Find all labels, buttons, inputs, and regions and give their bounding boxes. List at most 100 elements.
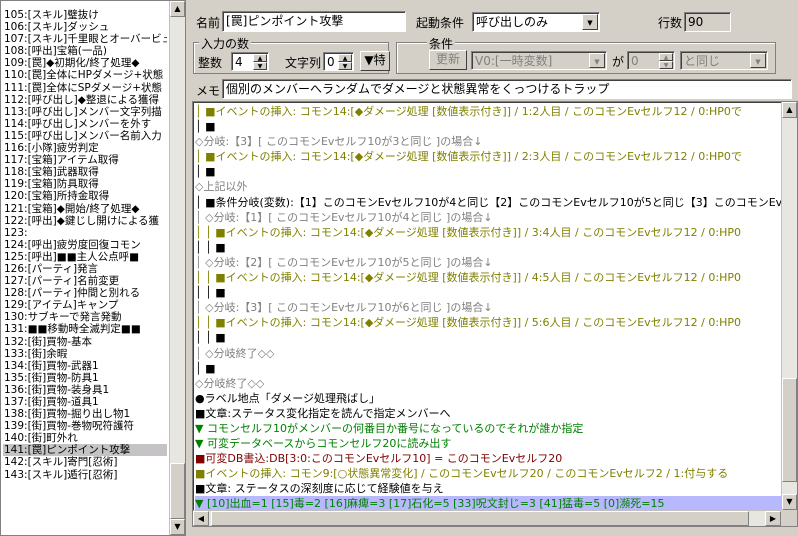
scroll-down-icon[interactable]: ▼ [782,494,797,510]
spin-down-icon[interactable]: ▼ [659,61,673,69]
event-command-line[interactable]: ▼ コモンセルフ10がメンバーの何番目か番号になっているのでそれが誰か指定 [195,421,783,436]
list-scroll-thumb[interactable] [170,463,185,519]
scroll-up-icon[interactable]: ▲ [170,1,185,17]
event-command-line[interactable]: │ │ ■イベントの挿入: コモン14:[◆ダメージ処理 [数値表示付き]] /… [195,225,783,240]
list-item[interactable]: 105:[スキル]璧抜け [3,9,167,21]
event-command-line[interactable]: │ ■条件分岐(変数):【1】このコモンEvセルフ10が4と同じ【2】このコモン… [195,195,783,210]
chevron-down-icon[interactable]: ▼ [582,14,598,30]
int-count-stepper[interactable]: 4 ▲ ▼ [231,52,269,71]
scroll-down-icon[interactable]: ▼ [170,519,185,535]
event-command-list[interactable]: │ ■イベントの挿入: コモン14:[◆ダメージ処理 [数値表示付き]] / 1… [192,101,798,527]
list-item[interactable]: 137:[街]買物-道具1 [3,396,167,408]
condition-operator-select[interactable]: と同じ ▼ [680,51,768,70]
list-item[interactable]: 106:[スキル]ダッシュ [3,21,167,33]
scroll-up-icon[interactable]: ▲ [782,102,797,118]
list-item[interactable]: 143:[スキル]遁行[忍術] [3,469,167,481]
event-command-line[interactable]: │ ■ [195,119,783,134]
list-item[interactable]: 127:[パーティ]名前変更 [3,275,167,287]
event-command-line[interactable]: │ ■イベントの挿入: コモン14:[◆ダメージ処理 [数値表示付き]] / 1… [195,104,783,119]
list-item[interactable]: 119:[宝箱]防具取得 [3,178,167,190]
common-event-list[interactable]: 105:[スキル]璧抜け 106:[スキル]ダッシュ 107:[スキル]千里眼とオー… [0,0,186,536]
spin-up-icon[interactable]: ▲ [659,53,673,61]
list-item[interactable]: 123: [3,227,167,239]
list-item[interactable]: 118:[宝箱]武器取得 [3,166,167,178]
str-count-stepper[interactable]: 0 ▲ ▼ [323,52,354,71]
event-command-line[interactable]: ◇分岐終了◇◇ [195,376,783,391]
list-item[interactable]: 113:[呼び出し]メンバー文字列描 [3,106,167,118]
spin-up-icon[interactable]: ▲ [338,54,352,62]
list-item[interactable]: 140:[街]町外れ [3,432,167,444]
condition-value-stepper[interactable]: 0 ▲ ▼ [627,51,675,70]
event-scroll-thumb[interactable] [782,378,797,482]
spin-up-icon[interactable]: ▲ [253,54,267,62]
list-item[interactable]: 138:[街]買物-掘り出し物1 [3,408,167,420]
list-item[interactable]: 122:[呼出]◆鍵じし開けによる獲 [3,215,167,227]
event-command-line[interactable]: │ ■ [195,164,783,179]
list-item[interactable]: 129:[アイテム]キャンプ [3,299,167,311]
event-command-line[interactable]: ■可変DB書込:DB[3:0:このコモンEvセルフ10] = このコモンEvセル… [195,451,783,466]
list-item[interactable]: 139:[街]買物-巻物呪符護符 [3,420,167,432]
list-item[interactable]: 108:[呼出]宝箱(一品) [3,45,167,57]
list-item[interactable]: 112:[呼び出し]◆整退による獲得 [3,94,167,106]
list-item[interactable]: 132:[街]買物-基本 [3,336,167,348]
event-command-line[interactable]: │ ◇分岐:【1】[ このコモンEvセルフ10が4と同じ ]の場合↓ [195,210,783,225]
list-item[interactable]: 136:[街]買物-装身具1 [3,384,167,396]
list-item[interactable]: 109:[罠]◆初期化/終了処理◆ [3,57,167,69]
event-command-line[interactable]: │ ■イベントの挿入: コモン14:[◆ダメージ処理 [数値表示付き]] / 2… [195,149,783,164]
list-scrollbar[interactable]: ▲ ▼ [169,1,185,535]
event-command-line[interactable]: ▼ 可変データベースからコモンセルフ20に読み出す [195,436,783,451]
condition-ga-label: が [612,55,625,69]
event-command-line[interactable]: ●ラベル地点「ダメージ処理飛ばし」 [195,391,783,406]
event-command-line[interactable]: │ ◇分岐:【2】[ このコモンEvセルフ10が5と同じ ]の場合↓ [195,255,783,270]
chevron-down-icon[interactable]: ▼ [750,53,766,68]
event-command-line[interactable]: │ ■ [195,361,783,376]
event-hscroll-thumb[interactable] [211,511,749,526]
event-horizontal-scrollbar[interactable]: ◀ ▶ [193,510,781,526]
list-item[interactable]: 130:サブキーで発言発動 [3,311,167,323]
event-command-line[interactable]: ■イベントの挿入: コモン9:[○状態異常変化] / このコモンEvセルフ20 … [195,466,783,481]
spin-down-icon[interactable]: ▼ [338,62,352,70]
event-command-line[interactable]: ◇分岐:【3】[ このコモンEvセルフ10が3と同じ ]の場合↓ [195,134,783,149]
list-item[interactable]: 120:[宝箱]所持金取得 [3,190,167,202]
list-item[interactable]: 125:[呼出]■■主人公点呼■ [3,251,167,263]
event-command-line[interactable]: │ │ ■イベントの挿入: コモン14:[◆ダメージ処理 [数値表示付き]] /… [195,270,783,285]
list-item[interactable]: 128:[パーティ]仲間と別れる [3,287,167,299]
event-command-line[interactable]: │ ◇分岐:【3】[ このコモンEvセルフ10が6と同じ ]の場合↓ [195,300,783,315]
list-item[interactable]: 131:■■移動時全滅判定■■ [3,323,167,335]
scroll-left-icon[interactable]: ◀ [193,511,209,526]
scroll-right-icon[interactable]: ▶ [765,511,781,526]
event-command-line[interactable]: │ │ ■ [195,240,783,255]
list-item[interactable]: 107:[スキル]千里眼とオーバービュ [3,33,167,45]
list-item[interactable]: 124:[呼出]疲労度回復コモン [3,239,167,251]
list-item[interactable]: 135:[街]買物-防具1 [3,372,167,384]
list-item[interactable]: 110:[罠]全体にHPダメージ+状態 [3,69,167,81]
list-item[interactable]: 133:[街]余暇 [3,348,167,360]
chevron-down-icon[interactable]: ▼ [589,53,605,68]
event-command-line[interactable]: ◇上記以外 [195,179,783,194]
event-command-line[interactable]: ■文章: ステータスの深刻度に応じて経験値を与え [195,481,783,496]
list-item[interactable]: 121:[宝箱]◆開始/終了処理◆ [3,203,167,215]
memo-field[interactable]: 個別のメンバーへランダムでダメージと状態異常をくっつけるトラップ [222,79,792,99]
event-command-line[interactable]: │ │ ■ [195,285,783,300]
list-item[interactable]: 141:[罠]ピンポイント攻撃 [3,444,167,457]
event-command-line[interactable]: │ │ ■イベントの挿入: コモン14:[◆ダメージ処理 [数値表示付き]] /… [195,315,783,330]
event-command-line[interactable]: ■文章:ステータス変化指定を読んで指定メンバーへ [195,406,783,421]
event-vertical-scrollbar[interactable]: ▲ ▼ [781,102,797,510]
list-item[interactable]: 111:[罠]全体にSPダメージ+状態 [3,82,167,94]
list-item[interactable]: 126:[パーティ]発言 [3,263,167,275]
name-field[interactable]: [罠]ピンポイント攻撃 [222,11,406,32]
list-item[interactable]: 115:[呼び出し]メンバー名前入力 [3,130,167,142]
condition-variable-select[interactable]: V0:[一時変数] ▼ [471,51,607,70]
list-item[interactable]: 134:[街]買物-武器1 [3,360,167,372]
event-command-line[interactable]: │ │ ■ [195,330,783,345]
list-item[interactable]: 117:[宝箱]アイテム取得 [3,154,167,166]
int-label: 整数 [198,56,223,70]
update-button[interactable]: 更新 [429,50,467,70]
event-command-line[interactable]: │ ◇分岐終了◇◇ [195,346,783,361]
trigger-select[interactable]: 呼び出しのみ ▼ [472,12,600,32]
list-item[interactable]: 142:[スキル]寄門[忍術] [3,456,167,468]
special-settings-button[interactable]: ▼特 [360,51,390,71]
list-item[interactable]: 116:[小隊]疲労判定 [3,142,167,154]
spin-down-icon[interactable]: ▼ [253,62,267,70]
list-item[interactable]: 114:[呼び出し]メンバーを外す [3,118,167,130]
